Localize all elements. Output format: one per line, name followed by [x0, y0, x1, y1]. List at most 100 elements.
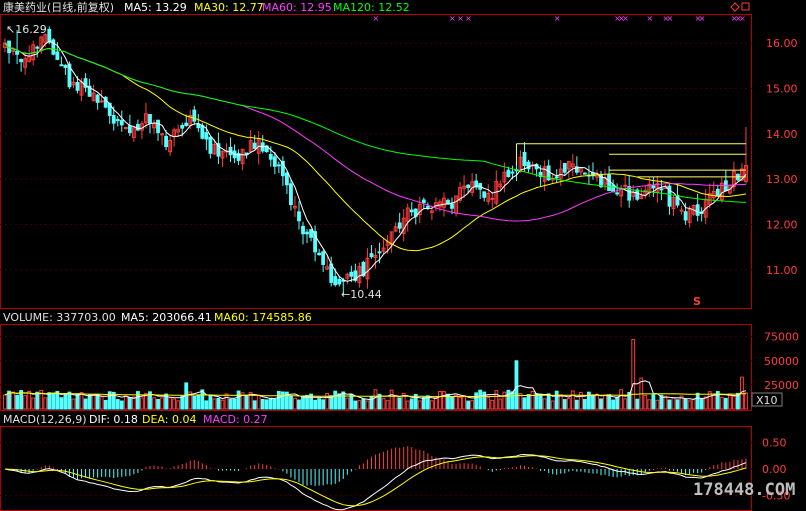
- candle-down: [200, 125, 205, 139]
- volume-bar-up: [643, 394, 648, 410]
- volume-bar-up: [486, 396, 491, 410]
- volume-bar-down: [15, 394, 20, 410]
- candle-down: [683, 211, 688, 221]
- volume-bar-up: [31, 397, 36, 410]
- volume-bar-up: [558, 394, 563, 410]
- volume-bar-down: [474, 392, 479, 410]
- stock-title: 康美药业(日线,前复权): [3, 0, 114, 14]
- candle-down: [55, 51, 60, 60]
- volume-bar-up: [27, 390, 32, 410]
- volume-bar-up: [172, 398, 177, 410]
- event-marker: ×: [622, 14, 629, 23]
- candle-down: [425, 205, 430, 208]
- volume-bar-up: [293, 397, 297, 410]
- candle-down: [184, 122, 189, 127]
- volume-bar-up: [603, 395, 607, 410]
- volume-bar-up: [389, 389, 394, 410]
- volume-bar-down: [615, 396, 620, 410]
- macd-panel[interactable]: [4, 446, 747, 511]
- event-marker: ×: [373, 14, 380, 23]
- volume-bar-down: [522, 397, 527, 410]
- candle-down: [450, 203, 454, 209]
- candle-down: [156, 119, 160, 134]
- volume-tick-label: 25000: [764, 379, 799, 392]
- ma5-value: MA5: 13.29: [124, 1, 187, 14]
- volume-bar-down: [228, 398, 233, 410]
- volume-bar-down: [409, 398, 414, 410]
- volume-bar-up: [160, 397, 164, 410]
- candle-down: [15, 50, 20, 55]
- candle-down: [651, 185, 656, 189]
- candle-down: [148, 114, 152, 124]
- candle-down: [615, 192, 620, 195]
- price-panel[interactable]: × × × × × ××× × ×× ×× ×××: [3, 14, 748, 296]
- candle-down: [272, 156, 277, 167]
- volume-bar-down: [232, 398, 237, 410]
- candle-down: [337, 278, 342, 285]
- volume-bar-up: [542, 398, 547, 410]
- volume-bar-up: [595, 393, 599, 410]
- volume-bar-down: [272, 398, 277, 410]
- ma120-line: [4, 42, 747, 203]
- volume-bar-down: [554, 390, 559, 410]
- candle-down: [63, 64, 68, 68]
- volume-bar-up: [381, 397, 386, 410]
- candle-down: [59, 64, 64, 67]
- volume-bar-up: [131, 396, 136, 410]
- candle-down: [309, 229, 313, 238]
- volume-bar-down: [83, 398, 88, 410]
- volume-bar-up: [417, 400, 422, 410]
- volume-bar-down: [63, 392, 68, 410]
- volume-bar-down: [301, 396, 305, 410]
- volume-label: VOLUME: 337703.00: [3, 311, 116, 324]
- volume-bar-up: [623, 398, 628, 410]
- volume-bar-down: [75, 393, 80, 410]
- volume-bar-down: [180, 395, 185, 410]
- macd-value: MACD: 0.27: [203, 413, 268, 426]
- candle-down: [276, 164, 281, 167]
- stock-chart[interactable]: × × × × × ××× × ×× ×× ××× 11.00 12.00 13.00 14.00 15.…: [0, 0, 806, 511]
- candle-down: [127, 125, 132, 134]
- candle-down: [75, 81, 80, 91]
- candle-down: [305, 231, 309, 235]
- price-tick-label: 13.00: [766, 173, 798, 186]
- volume-bar-down: [87, 394, 92, 410]
- volume-bar-down: [216, 397, 221, 410]
- volume-bar-down: [333, 390, 338, 410]
- volume-bar-up: [719, 396, 724, 410]
- diamond-icon[interactable]: [730, 2, 740, 12]
- candle-down: [333, 276, 338, 286]
- dif-value: DIF: 0.18: [89, 413, 138, 426]
- volume-bar-down: [667, 399, 672, 410]
- square-icon[interactable]: [741, 2, 750, 11]
- volume-bar-up: [365, 400, 370, 410]
- volume-bar-down: [683, 398, 688, 410]
- volume-bar-down: [127, 397, 132, 410]
- volume-bar-down: [67, 391, 72, 410]
- volume-bar-up: [550, 400, 555, 410]
- sell-signal-marker: S: [693, 295, 701, 308]
- high-price-annotation: ↖16.29: [6, 23, 47, 36]
- volume-bar-up: [256, 394, 261, 410]
- volume-bar-up: [727, 393, 732, 410]
- volume-bar-down: [55, 390, 60, 410]
- volume-bar-up: [619, 389, 624, 410]
- candle-down: [607, 174, 611, 192]
- candle-up: [490, 197, 495, 200]
- volume-bar-down: [675, 399, 680, 410]
- volume-bar-down: [635, 398, 640, 410]
- volume-bar-up: [462, 395, 467, 410]
- volume-panel[interactable]: [3, 339, 748, 410]
- volume-bar-up: [655, 399, 660, 410]
- volume-bar-up: [123, 395, 128, 410]
- volume-bar-up: [99, 396, 104, 410]
- volume-bar-down: [582, 398, 587, 410]
- volume-bar-up: [454, 394, 458, 410]
- candle-down: [51, 39, 56, 55]
- volume-bar-down: [482, 391, 487, 410]
- event-marker: ×: [465, 14, 472, 23]
- volume-bar-down: [156, 398, 160, 410]
- candle-down: [397, 222, 402, 229]
- volume-bar-up: [345, 397, 350, 410]
- volume-bar-down: [35, 391, 40, 410]
